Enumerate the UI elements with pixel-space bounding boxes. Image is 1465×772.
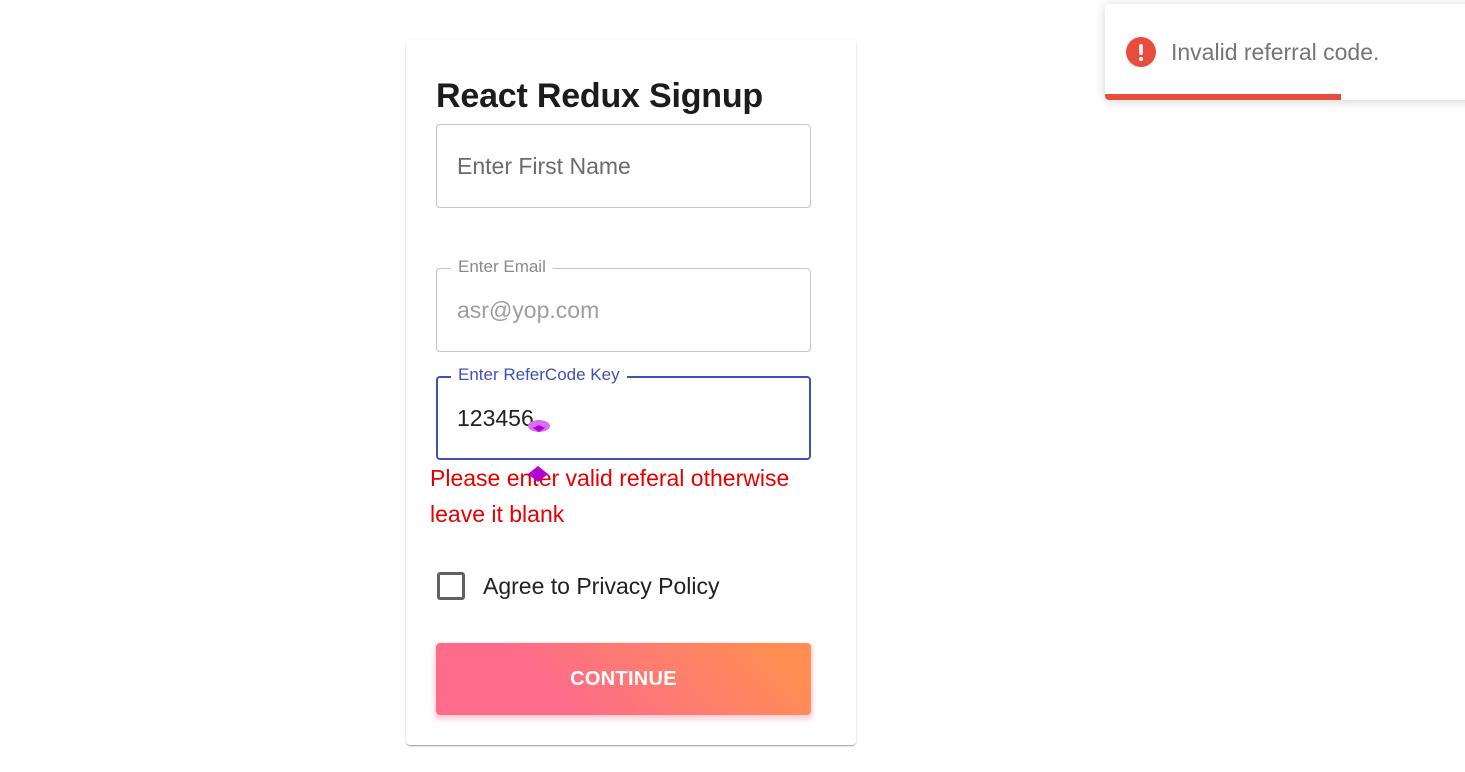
privacy-policy-label: Agree to Privacy Policy [483,572,720,599]
toast-progress-bar [1105,94,1341,100]
email-input[interactable] [437,269,810,351]
email-field[interactable]: Enter Email [436,257,811,352]
error-toast[interactable]: Invalid referral code. [1105,4,1465,100]
privacy-policy-checkbox-row[interactable]: Agree to Privacy Policy [436,568,719,604]
privacy-policy-checkbox[interactable] [437,572,465,600]
toast-message: Invalid referral code. [1171,39,1380,65]
page-title: React Redux Signup [436,77,764,115]
drag-handle-icon [528,466,548,482]
refer-code-input[interactable] [438,378,809,458]
text-cursor-icon [528,420,550,432]
first-name-input[interactable] [437,125,810,207]
refer-code-field[interactable]: Enter ReferCode Key [436,365,811,460]
refer-code-error-message: Please enter valid referal otherwise lea… [430,465,790,527]
continue-button[interactable]: CONTINUE [436,643,811,715]
first-name-field[interactable] [436,124,811,208]
error-icon [1126,37,1156,67]
signup-card: React Redux Signup Enter Email Enter Ref… [406,40,856,745]
